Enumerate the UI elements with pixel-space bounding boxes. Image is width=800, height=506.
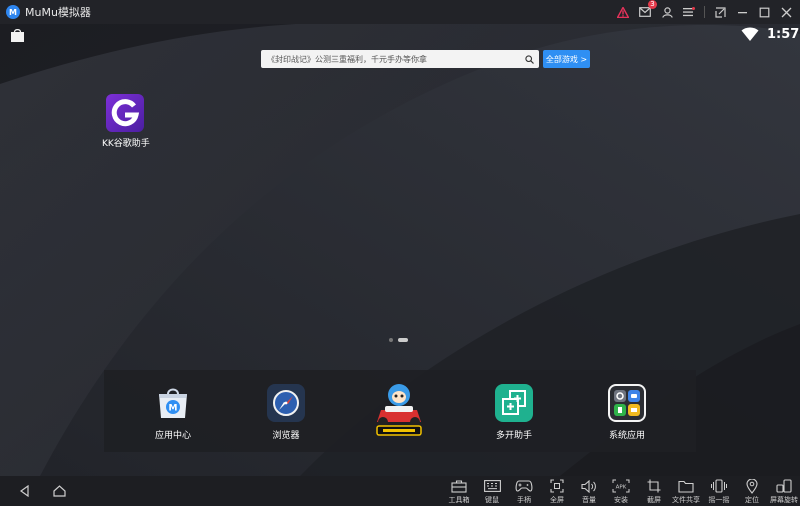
tool-location[interactable]: 定位: [736, 478, 768, 505]
user-icon[interactable]: [659, 4, 675, 20]
apk-install-icon: APK: [605, 478, 637, 494]
back-icon[interactable]: [16, 482, 34, 500]
search-icon[interactable]: [522, 52, 536, 66]
gamepad-icon: [508, 478, 540, 494]
fullscreen-icon: [541, 478, 573, 494]
tool-rotate[interactable]: 屏幕旋转: [768, 478, 800, 505]
dock-app-label: 多开助手: [495, 431, 532, 441]
desktop-app-label: KK谷歌助手: [102, 139, 150, 149]
apk-text: APK: [616, 485, 627, 491]
android-desktop: 1:57 《封印战记》公测三重福利，千元手办等你拿 全部游戏 > KK谷歌助手 …: [0, 24, 800, 476]
tool-gamepad[interactable]: 手柄: [508, 478, 540, 505]
game-search-bar[interactable]: 《封印战记》公测三重福利，千元手办等你拿: [261, 50, 539, 68]
mumu-logo-icon: M: [6, 5, 20, 19]
close-icon[interactable]: [778, 4, 794, 20]
tool-shake[interactable]: 摇一摇: [703, 478, 735, 505]
search-input[interactable]: 《封印战记》公测三重福利，千元手办等你拿: [261, 54, 522, 65]
tool-label: 全屏: [550, 496, 564, 504]
tool-keyboard[interactable]: 键鼠: [476, 478, 508, 505]
dock-multi-open[interactable]: 多开助手: [479, 384, 549, 441]
folder-icon: [670, 478, 702, 494]
tool-toolbox[interactable]: 工具箱: [443, 478, 475, 505]
status-clock: 1:57: [767, 27, 800, 42]
window-title: MuMu模拟器: [25, 6, 91, 19]
tool-volume[interactable]: 音量: [573, 478, 605, 505]
maximize-icon[interactable]: [756, 4, 772, 20]
tool-file-share[interactable]: 文件共享: [670, 478, 702, 505]
tool-label: 工具箱: [448, 496, 470, 504]
multi-open-icon: [495, 384, 533, 422]
rotate-icon: [768, 478, 800, 494]
app-dock: M 应用中心 浏览器 多开助手 系统应用: [104, 370, 696, 452]
warning-icon[interactable]: [615, 4, 631, 20]
dock-app-label: 浏览器: [272, 431, 300, 441]
page-dot[interactable]: [389, 338, 393, 342]
google-g-icon: [106, 94, 144, 132]
home-icon[interactable]: [50, 482, 68, 500]
crop-icon: [638, 478, 670, 494]
minimize-icon[interactable]: [734, 4, 750, 20]
dock-app-label: 系统应用: [608, 431, 645, 441]
tool-label: 摇一摇: [708, 496, 730, 504]
tool-label: 键鼠: [485, 496, 499, 504]
mail-icon[interactable]: 3: [637, 0, 657, 20]
tool-label: 手柄: [517, 496, 531, 504]
wifi-icon: [741, 26, 759, 46]
window-controls: 3: [612, 0, 800, 24]
browser-compass-icon: [267, 384, 305, 422]
dock-browser[interactable]: 浏览器: [251, 384, 321, 441]
dock-app-label: 应用中心: [154, 431, 191, 441]
toolbox-icon: [443, 478, 475, 494]
menu-icon[interactable]: [681, 4, 697, 20]
titlebar-divider: [704, 6, 705, 18]
android-status-bar: 1:57: [0, 24, 800, 46]
tool-label: 屏幕旋转: [770, 496, 798, 504]
keyboard-icon: [476, 478, 508, 494]
bottom-toolbar: 工具箱 键鼠 手柄 全屏 音量 APK 安装 截屏 文件共享 摇一摇 定位 屏幕…: [0, 476, 800, 506]
shake-icon: [703, 478, 735, 494]
page-indicator: [389, 338, 413, 342]
kart-game-icon: [371, 380, 427, 438]
desktop-app-kk-google[interactable]: KK谷歌助手: [102, 94, 150, 149]
tool-label: 定位: [745, 496, 759, 504]
location-icon: [736, 478, 768, 494]
dock-app-center[interactable]: M 应用中心: [138, 384, 208, 441]
page-dot-active[interactable]: [398, 338, 408, 342]
tool-label: 截屏: [647, 496, 661, 504]
shopping-bag-icon[interactable]: [10, 28, 25, 47]
tool-label: 音量: [582, 496, 596, 504]
restore-icon[interactable]: [712, 4, 728, 20]
tool-apk-install[interactable]: APK 安装: [605, 478, 637, 505]
tool-screenshot[interactable]: 截屏: [638, 478, 670, 505]
dock-kart-game[interactable]: [364, 380, 434, 438]
svg-text:M: M: [169, 404, 178, 414]
tool-label: 文件共享: [672, 496, 700, 504]
title-bar: M MuMu模拟器 3: [0, 0, 800, 24]
notification-badge: 3: [648, 0, 657, 9]
volume-icon: [573, 478, 605, 494]
mumu-emulator-window: M MuMu模拟器 3 1:57 《封印战记》公测三重福利，千元手办等你拿 全部…: [0, 0, 800, 506]
system-apps-icon: [608, 384, 646, 422]
app-center-icon: M: [154, 384, 192, 422]
tool-label: 安装: [614, 496, 628, 504]
dock-system-apps[interactable]: 系统应用: [592, 384, 662, 441]
tool-fullscreen[interactable]: 全屏: [541, 478, 573, 505]
all-games-button[interactable]: 全部游戏 >: [543, 50, 590, 68]
